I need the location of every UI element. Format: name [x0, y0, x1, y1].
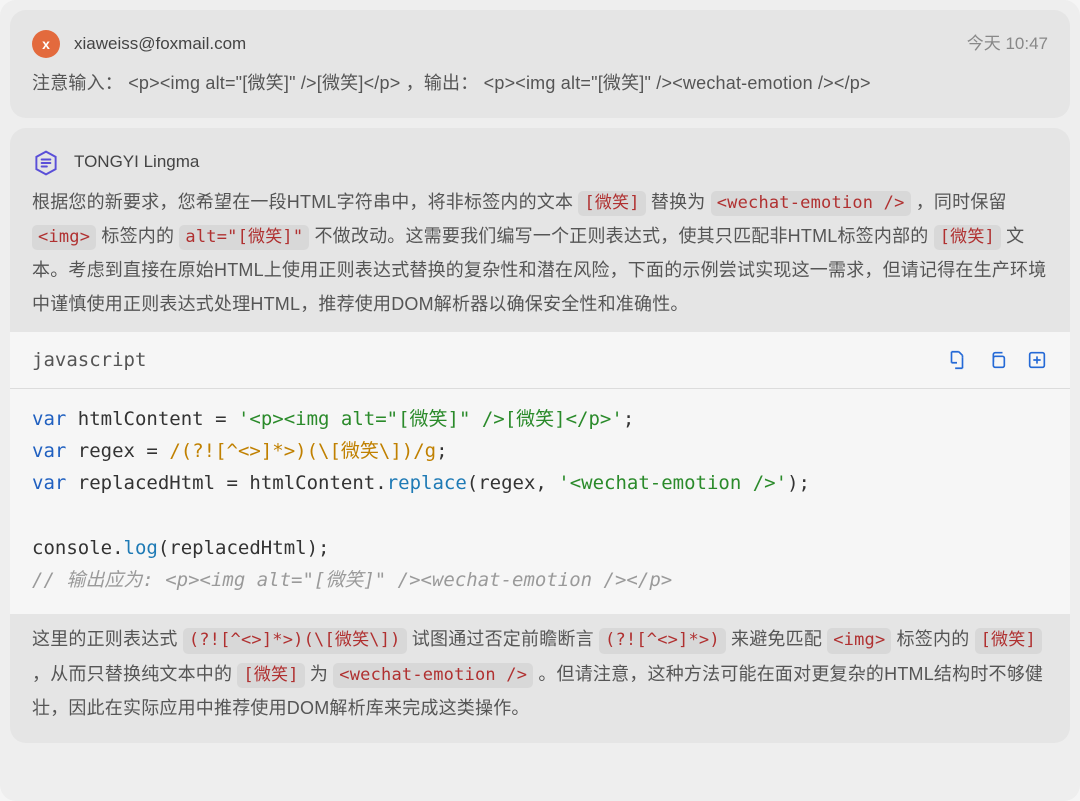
- user-input-code: <p><img alt="[微笑]" />[微笑]</p>: [128, 73, 400, 93]
- text: 为: [305, 664, 334, 684]
- user-text-mid: ，输出：: [406, 73, 479, 93]
- text: 试图通过否定前瞻断言: [407, 629, 599, 649]
- code-token: htmlContent: [78, 408, 204, 430]
- code-actions: [946, 349, 1048, 371]
- code-language-label: javascript: [32, 342, 146, 378]
- text: 不做改动。这需要我们编写一个正则表达式，使其只匹配非HTML标签内部的: [309, 226, 933, 246]
- code-token: =: [135, 440, 169, 462]
- inline-code: [微笑]: [975, 628, 1042, 654]
- assistant-avatar-icon: [32, 149, 60, 177]
- code-token: ;: [623, 408, 634, 430]
- assistant-paragraph-1: 根据您的新要求，您希望在一段HTML字符串中，将非标签内的文本 [微笑] 替换为…: [32, 185, 1048, 322]
- inline-code: (?![^<>]*>): [599, 628, 726, 654]
- new-file-icon[interactable]: [1026, 349, 1048, 371]
- text: 这里的正则表达式: [32, 629, 183, 649]
- insert-code-icon[interactable]: [946, 349, 968, 371]
- user-output-code: <p><img alt="[微笑]" /><wechat-emotion /><…: [484, 73, 871, 93]
- code-block: javascript var htmlContent = '<p><img al…: [10, 332, 1070, 615]
- code-token: regex: [78, 440, 135, 462]
- message-timestamp: 今天 10:47: [967, 28, 1048, 60]
- text: ，同时保留: [911, 192, 1007, 212]
- code-token: =: [204, 408, 238, 430]
- assistant-message-header: TONGYI Lingma: [32, 146, 1048, 178]
- text: ，从而只替换纯文本中的: [32, 664, 237, 684]
- assistant-message-card: TONGYI Lingma 根据您的新要求，您希望在一段HTML字符串中，将非标…: [10, 128, 1070, 742]
- inline-code: [微笑]: [934, 225, 1001, 251]
- code-token: // 输出应为: <p><img alt="[微笑]" /><wechat-em…: [32, 569, 672, 591]
- text: 替换为: [646, 192, 711, 212]
- code-token: var: [32, 408, 66, 430]
- code-block-header: javascript: [10, 332, 1070, 389]
- code-token: ;: [436, 440, 447, 462]
- code-token: console: [32, 537, 112, 559]
- copy-code-icon[interactable]: [986, 349, 1008, 371]
- inline-code: (?![^<>]*>)(\[微笑\]): [183, 628, 407, 654]
- code-token: .: [112, 537, 123, 559]
- inline-code: <wechat-emotion />: [333, 663, 533, 689]
- code-token: log: [124, 537, 158, 559]
- code-token: var: [32, 472, 66, 494]
- code-token: '<wechat-emotion />': [558, 472, 787, 494]
- user-message-card: x xiaweiss@foxmail.com 今天 10:47 注意输入： <p…: [10, 10, 1070, 118]
- text: 标签内的: [96, 226, 179, 246]
- text: 根据您的新要求，您希望在一段HTML字符串中，将非标签内的文本: [32, 192, 578, 212]
- inline-code: [微笑]: [237, 663, 304, 689]
- code-token: '<p><img alt="[微笑]" />[微笑]</p>': [238, 408, 623, 430]
- user-avatar: x: [32, 30, 60, 58]
- inline-code: alt="[微笑]": [179, 225, 309, 251]
- assistant-name: TONGYI Lingma: [74, 146, 199, 178]
- code-token: replace: [387, 472, 467, 494]
- user-email: xiaweiss@foxmail.com: [74, 28, 246, 60]
- code-token: (replacedHtml);: [158, 537, 330, 559]
- code-token: replacedHtml: [78, 472, 215, 494]
- code-token: var: [32, 440, 66, 462]
- code-token: );: [787, 472, 810, 494]
- inline-code: <img>: [32, 225, 96, 251]
- code-token: .: [375, 472, 386, 494]
- inline-code: [微笑]: [578, 191, 645, 217]
- text: 来避免匹配: [726, 629, 827, 649]
- chat-container: x xiaweiss@foxmail.com 今天 10:47 注意输入： <p…: [0, 0, 1080, 801]
- user-message-header: x xiaweiss@foxmail.com 今天 10:47: [32, 28, 1048, 60]
- code-token: htmlContent: [249, 472, 375, 494]
- user-message-body: 注意输入： <p><img alt="[微笑]" />[微笑]</p> ，输出：…: [32, 66, 1048, 100]
- text: 标签内的: [891, 629, 974, 649]
- code-token: =: [215, 472, 249, 494]
- assistant-paragraph-2: 这里的正则表达式 (?![^<>]*>)(\[微笑\]) 试图通过否定前瞻断言 …: [32, 622, 1048, 725]
- code-content[interactable]: var htmlContent = '<p><img alt="[微笑]" />…: [10, 389, 1070, 615]
- code-token: (regex,: [467, 472, 559, 494]
- inline-code: <wechat-emotion />: [711, 191, 911, 217]
- user-text-prefix: 注意输入：: [32, 73, 123, 93]
- code-token: /(?![^<>]*>)(\[微笑\])/g: [169, 440, 436, 462]
- inline-code: <img>: [827, 628, 891, 654]
